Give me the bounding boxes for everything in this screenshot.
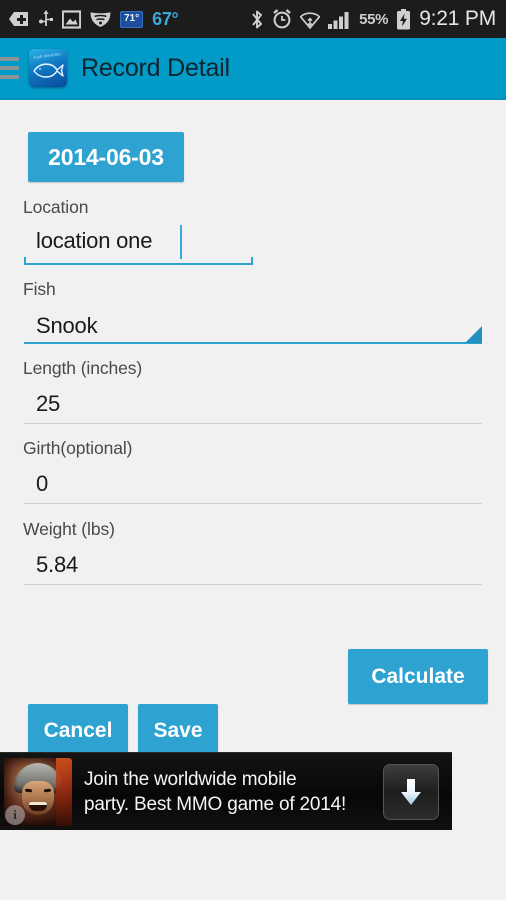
- cancel-button[interactable]: Cancel: [28, 704, 128, 758]
- wifi-icon: [300, 10, 321, 29]
- usb-icon: [39, 9, 53, 29]
- date-picker-button[interactable]: 2014-06-03: [28, 132, 184, 182]
- fish-app-icon: Fish Identifier: [29, 49, 67, 87]
- download-arrow-icon[interactable]: [383, 763, 439, 820]
- battery-percent-label: 55%: [359, 10, 389, 28]
- wifi-shield-icon: [90, 10, 111, 28]
- ad-info-badge[interactable]: i: [5, 804, 25, 825]
- label-fish: Fish: [23, 279, 56, 299]
- chevron-down-icon[interactable]: [465, 326, 482, 343]
- underline-fish: [24, 342, 482, 344]
- label-length: Length (inches): [23, 358, 143, 378]
- screenshot-image-icon: [62, 9, 81, 29]
- save-button[interactable]: Save: [138, 704, 218, 758]
- ad-banner[interactable]: i Join the worldwide mobile party. Best …: [0, 752, 452, 830]
- ad-line-2: party. Best MMO game of 2014!: [84, 793, 347, 815]
- text-cursor: [180, 225, 182, 259]
- underline-girth: [24, 503, 482, 504]
- label-location: Location: [23, 197, 89, 217]
- label-girth: Girth(optional): [23, 438, 133, 458]
- action-bar: Fish Identifier Record Detail: [0, 38, 506, 100]
- temperature-reading: 67°: [152, 8, 179, 29]
- temperature-badge: 71°: [120, 10, 144, 28]
- label-weight: Weight (lbs): [23, 519, 115, 539]
- calculate-button[interactable]: Calculate: [348, 649, 488, 704]
- underline-location: [24, 263, 253, 265]
- underline-tick-left: [24, 257, 26, 264]
- back-plus-icon: [8, 10, 30, 28]
- underline-tick-right: [251, 257, 253, 264]
- input-girth[interactable]: 0: [36, 471, 48, 497]
- app-icon-micro-text: Fish Identifier: [33, 51, 62, 60]
- signal-bars-icon: [328, 10, 351, 29]
- ad-line-1: Join the worldwide mobile: [84, 768, 297, 790]
- input-length[interactable]: 25: [36, 391, 60, 417]
- status-clock: 9:21 PM: [419, 7, 496, 30]
- phone-screen: 71° 67° 55% 9:21 PM Fish Identifier Reco…: [0, 0, 506, 900]
- input-weight[interactable]: 5.84: [36, 552, 78, 578]
- record-detail-form: 2014-06-03 Location location one Fish Sn…: [0, 100, 506, 758]
- underline-weight: [24, 584, 482, 585]
- page-title: Record Detail: [81, 53, 230, 82]
- ad-copy: Join the worldwide mobile party. Best MM…: [84, 767, 346, 817]
- input-location[interactable]: location one: [36, 228, 152, 254]
- underline-length: [24, 423, 482, 424]
- ad-thumbnail: i: [4, 757, 72, 826]
- status-bar: 71° 67° 55% 9:21 PM: [0, 0, 506, 38]
- hamburger-menu-icon[interactable]: [0, 57, 19, 79]
- spinner-fish[interactable]: Snook: [36, 313, 98, 339]
- alarm-clock-icon: [272, 9, 292, 29]
- bluetooth-icon: [250, 9, 264, 30]
- battery-charging-icon: [396, 8, 411, 30]
